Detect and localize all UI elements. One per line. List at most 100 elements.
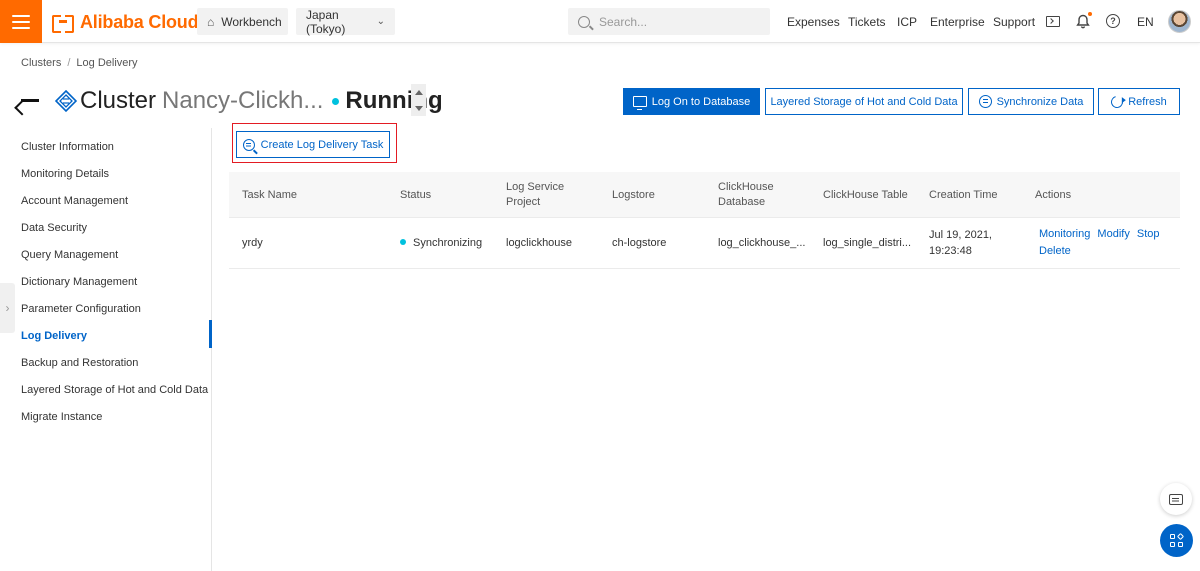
header-project: Log Service Project	[506, 180, 564, 210]
sidebar-item-account-management[interactable]: Account Management	[21, 195, 128, 207]
cell-creation-time: Jul 19, 2021, 19:23:48	[929, 227, 992, 259]
modify-link[interactable]: Modify	[1097, 228, 1129, 240]
monitor-icon	[632, 96, 647, 110]
home-icon: ⌂	[207, 14, 215, 29]
page-title: Cluster Nancy-Clickh... Running	[80, 87, 443, 115]
cluster-status: Running	[345, 87, 443, 114]
refresh-label: Refresh	[1128, 95, 1167, 108]
expenses-link[interactable]: Expenses	[787, 15, 840, 29]
apps-grid-icon	[1169, 532, 1184, 548]
monitoring-link[interactable]: Monitoring	[1039, 228, 1090, 240]
back-arrow-icon[interactable]	[20, 92, 40, 108]
header-task-name: Task Name	[242, 189, 298, 201]
layered-storage-button[interactable]: Layered Storage of Hot and Cold Data	[765, 88, 963, 115]
title-label: Cluster	[80, 87, 157, 114]
synchronize-data-label: Synchronize Data	[996, 95, 1084, 108]
sidebar-item-log-delivery[interactable]: Log Delivery	[21, 330, 87, 342]
sidebar-item-data-security[interactable]: Data Security	[21, 222, 87, 234]
feedback-button[interactable]	[1160, 483, 1192, 515]
cell-actions: Monitoring Modify Stop	[1039, 226, 1160, 242]
cell-table: log_single_distri...	[823, 237, 912, 249]
chat-icon	[1169, 493, 1183, 505]
create-log-delivery-task-label: Create Log Delivery Task	[260, 138, 384, 151]
breadcrumb: Clusters / Log Delivery	[21, 57, 138, 69]
cell-task-name: yrdy	[242, 237, 263, 249]
help-icon[interactable]: ?	[1104, 12, 1122, 30]
search-icon	[578, 15, 590, 28]
header-database-line2: Database	[718, 196, 766, 208]
status-dot	[332, 98, 340, 105]
chevron-down-icon: ⌄	[376, 16, 385, 27]
stop-link[interactable]: Stop	[1137, 228, 1160, 240]
chevron-right-icon: ›	[5, 301, 10, 315]
tickets-link[interactable]: Tickets	[848, 15, 886, 29]
cell-database: log_clickhouse_...	[718, 237, 806, 249]
brand-name: Alibaba Cloud	[80, 11, 199, 32]
delete-link[interactable]: Delete	[1039, 243, 1071, 259]
bell-icon[interactable]	[1074, 12, 1092, 30]
sidebar-item-cluster-information[interactable]: Cluster Information	[21, 141, 114, 153]
breadcrumb-log-delivery: Log Delivery	[76, 57, 138, 69]
apps-button[interactable]	[1160, 524, 1193, 557]
status-indicator	[400, 239, 406, 245]
sidebar-item-query-management[interactable]: Query Management	[21, 249, 118, 261]
table-row: yrdy Synchronizing logclickhouse ch-logs…	[229, 219, 1180, 269]
scroll-stepper[interactable]	[411, 84, 426, 116]
breadcrumb-separator: /	[67, 57, 71, 69]
header-actions: Actions	[1035, 189, 1072, 201]
arrow-up-icon[interactable]	[414, 89, 423, 95]
sync-icon	[978, 95, 992, 108]
refresh-icon	[1109, 93, 1126, 110]
icp-link[interactable]: ICP	[897, 15, 917, 29]
header-creation-time: Creation Time	[929, 189, 998, 201]
header-logstore: Logstore	[612, 189, 655, 201]
layered-storage-label: Layered Storage of Hot and Cold Data	[770, 95, 958, 108]
avatar[interactable]	[1168, 10, 1191, 33]
header-status: Status	[400, 189, 432, 201]
alibaba-cloud-logo[interactable]: Alibaba Cloud	[52, 11, 199, 33]
header-project-line1: Log Service	[506, 181, 565, 193]
workbench-label: Workbench	[221, 14, 282, 29]
sidebar-item-monitoring-details[interactable]: Monitoring Details	[21, 168, 109, 180]
workbench-button[interactable]: ⌂ Workbench	[197, 8, 288, 35]
search-input[interactable]	[599, 14, 749, 29]
table-header: Task Name Status Log Service Project Logs…	[229, 172, 1180, 218]
synchronize-data-button[interactable]: Synchronize Data	[968, 88, 1094, 115]
cell-status: Synchronizing	[400, 235, 482, 251]
breadcrumb-clusters[interactable]: Clusters	[21, 57, 61, 69]
log-on-label: Log On to Database	[651, 95, 751, 108]
region-selector[interactable]: Japan (Tokyo) ⌄	[296, 7, 395, 36]
terminal-icon[interactable]	[1044, 12, 1062, 30]
search-list-icon	[242, 138, 255, 151]
cell-status-text: Synchronizing	[413, 237, 483, 249]
region-label: Japan (Tokyo)	[306, 7, 346, 36]
arrow-down-icon[interactable]	[414, 105, 423, 111]
cell-creation-clock: 19:23:48	[929, 245, 972, 257]
cell-creation-date: Jul 19, 2021,	[929, 229, 992, 241]
cell-logstore: ch-logstore	[612, 237, 667, 249]
sidebar-item-parameter-configuration[interactable]: Parameter Configuration	[21, 303, 141, 315]
refresh-button[interactable]: Refresh	[1098, 88, 1180, 115]
top-navigation-bar: Alibaba Cloud ⌂ Workbench Japan (Tokyo) …	[0, 0, 1200, 43]
cluster-icon	[54, 89, 78, 113]
header-project-line2: Project	[506, 196, 541, 208]
search-box[interactable]	[568, 8, 770, 35]
language-selector[interactable]: EN	[1137, 15, 1154, 29]
header-database: ClickHouse Database	[718, 180, 774, 210]
sidebar-item-layered-storage[interactable]: Layered Storage of Hot and Cold Data	[21, 384, 208, 396]
sidebar-active-indicator	[209, 320, 212, 348]
create-log-delivery-task-button[interactable]: Create Log Delivery Task	[236, 131, 390, 158]
menu-icon[interactable]	[0, 0, 42, 43]
sidebar-item-backup-and-restoration[interactable]: Backup and Restoration	[21, 357, 138, 369]
sidebar-item-dictionary-management[interactable]: Dictionary Management	[21, 276, 137, 288]
notification-dot	[1088, 12, 1092, 16]
sidebar-collapse-toggle[interactable]: ›	[0, 283, 15, 333]
sidebar-item-migrate-instance[interactable]: Migrate Instance	[21, 411, 102, 423]
log-on-to-database-button[interactable]: Log On to Database	[623, 88, 760, 115]
cell-project: logclickhouse	[506, 237, 573, 249]
header-table: ClickHouse Table	[823, 189, 908, 201]
cluster-name: Nancy-Clickh...	[162, 87, 324, 114]
support-link[interactable]: Support	[993, 15, 1035, 29]
alibaba-cloud-logo-icon	[52, 15, 74, 33]
enterprise-link[interactable]: Enterprise	[930, 15, 985, 29]
